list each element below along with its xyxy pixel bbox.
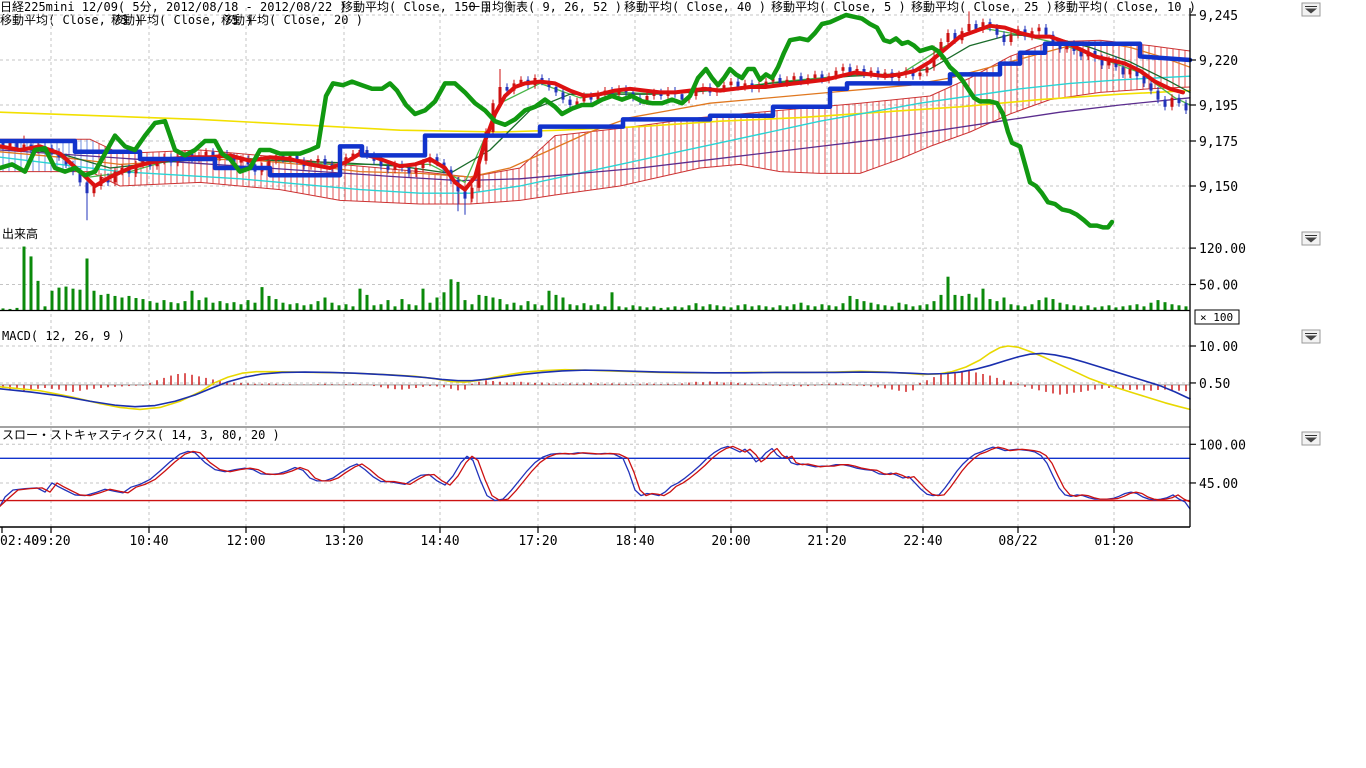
svg-text:9,220: 9,220 [1199,54,1238,69]
svg-text:120.00: 120.00 [1199,242,1246,257]
volume-panel-label: 出来高 [2,228,38,241]
scale-dropdown-button[interactable] [1302,432,1320,445]
svg-text:09:20: 09:20 [31,534,70,549]
svg-text:22:40: 22:40 [903,534,942,549]
svg-text:0.50: 0.50 [1199,377,1230,392]
stochastics-panel-series [0,446,1190,509]
svg-text:9,175: 9,175 [1199,135,1238,150]
svg-text:50.00: 50.00 [1199,279,1238,294]
svg-text:9,150: 9,150 [1199,180,1238,195]
svg-text:18:40: 18:40 [615,534,654,549]
svg-text:21:20: 21:20 [807,534,846,549]
svg-text:9,245: 9,245 [1199,9,1238,24]
svg-text:10.00: 10.00 [1199,340,1238,355]
chart-canvas[interactable]: 02:4009:2010:4012:0013:2014:4017:2018:40… [0,0,1366,768]
stochastics-panel-label: スロー・ストキャスティクス( 14, 3, 80, 20 ) [2,429,280,442]
svg-text:01:20: 01:20 [1094,534,1133,549]
svg-text:45.00: 45.00 [1199,477,1238,492]
macd-panel-series [0,346,1190,427]
svg-text:14:40: 14:40 [420,534,459,549]
svg-text:13:20: 13:20 [324,534,363,549]
chart-application-window: 日経225mini 12/09( 5分, 2012/08/18 - 2012/0… [0,0,1366,768]
volume-bars [0,247,1190,311]
ichimoku-thick-lines [0,15,1190,227]
svg-text:100.00: 100.00 [1199,438,1246,453]
scale-dropdown-button[interactable] [1302,232,1320,245]
svg-text:9,195: 9,195 [1199,99,1238,114]
svg-text:× 100: × 100 [1200,311,1233,324]
svg-text:10:40: 10:40 [129,534,168,549]
svg-text:08/22: 08/22 [998,534,1037,549]
svg-text:20:00: 20:00 [711,534,750,549]
scale-dropdown-button[interactable] [1302,3,1320,16]
scale-dropdown-button[interactable] [1302,330,1320,343]
svg-text:17:20: 17:20 [518,534,557,549]
volume-multiplier-box: × 100 [1195,310,1239,324]
macd-panel-label: MACD( 12, 26, 9 ) [2,330,125,343]
svg-text:12:00: 12:00 [226,534,265,549]
